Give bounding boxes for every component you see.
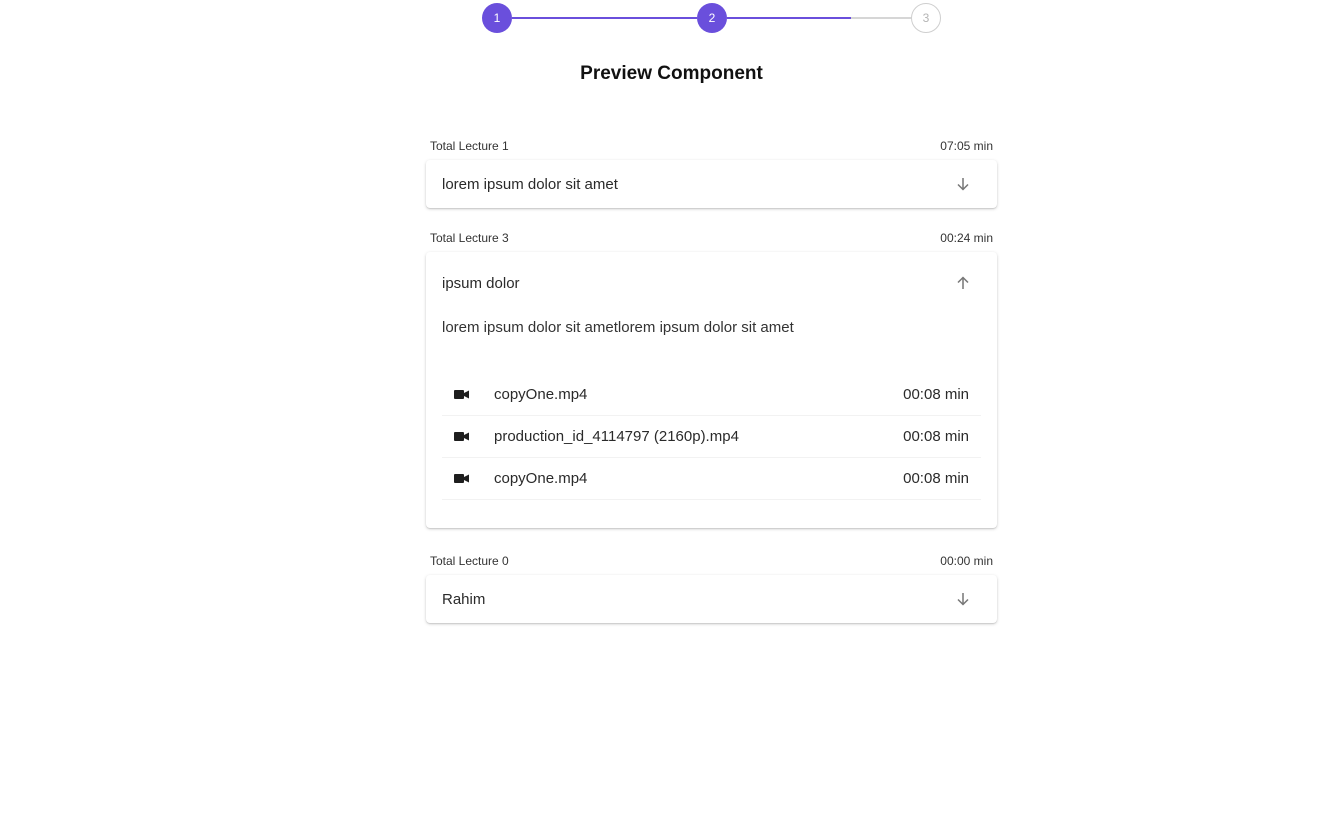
section-title: Rahim [442, 590, 486, 608]
lecture-list: copyOne.mp4 00:08 min production_id_4114… [426, 374, 997, 528]
lecture-name: copyOne.mp4 [494, 470, 588, 487]
section-3: Total Lecture 0 00:00 min Rahim [426, 553, 997, 623]
lecture-duration: 00:08 min [903, 470, 969, 487]
section-meta: Total Lecture 0 00:00 min [426, 553, 997, 569]
stepper-connector-2-complete [727, 17, 851, 19]
stepper-connector-2-remaining [851, 17, 912, 19]
stepper: 1 2 3 [482, 3, 942, 35]
accordion-panel: Rahim [426, 575, 997, 623]
page-title: Preview Component [580, 63, 763, 84]
section-title: lorem ipsum dolor sit amet [442, 175, 618, 193]
section-duration: 00:24 min [940, 231, 993, 245]
total-lecture-label: Total Lecture 0 [430, 554, 509, 568]
section-title: ipsum dolor [442, 274, 520, 292]
step-3[interactable]: 3 [911, 3, 941, 33]
section-1: Total Lecture 1 07:05 min lorem ipsum do… [426, 138, 997, 208]
lecture-duration: 00:08 min [903, 428, 969, 445]
section-duration: 07:05 min [940, 139, 993, 153]
lecture-row[interactable]: copyOne.mp4 00:08 min [442, 458, 981, 500]
video-camera-icon [454, 388, 470, 402]
accordion-header[interactable]: Rahim [426, 575, 997, 623]
section-2: Total Lecture 3 00:24 min ipsum dolor lo… [426, 230, 997, 528]
total-lecture-label: Total Lecture 3 [430, 231, 509, 245]
section-meta: Total Lecture 3 00:24 min [426, 230, 997, 246]
video-camera-icon [454, 430, 470, 444]
lecture-row[interactable]: production_id_4114797 (2160p).mp4 00:08 … [442, 416, 981, 458]
arrow-down-icon[interactable] [953, 174, 973, 194]
arrow-up-icon[interactable] [953, 273, 973, 293]
video-camera-icon [454, 472, 470, 486]
lecture-duration: 00:08 min [903, 386, 969, 403]
lecture-name: copyOne.mp4 [494, 386, 588, 403]
total-lecture-label: Total Lecture 1 [430, 139, 509, 153]
accordion-panel: ipsum dolor lorem ipsum dolor sit ametlo… [426, 252, 997, 528]
accordion-header[interactable]: ipsum dolor [426, 252, 997, 314]
section-meta: Total Lecture 1 07:05 min [426, 138, 997, 154]
section-description: lorem ipsum dolor sit ametlorem ipsum do… [442, 319, 794, 336]
lecture-row[interactable]: copyOne.mp4 00:08 min [442, 374, 981, 416]
accordion-header[interactable]: lorem ipsum dolor sit amet [426, 160, 997, 208]
step-1[interactable]: 1 [482, 3, 512, 33]
arrow-down-icon[interactable] [953, 589, 973, 609]
section-duration: 00:00 min [940, 554, 993, 568]
stepper-connector-1 [512, 17, 697, 19]
accordion-panel: lorem ipsum dolor sit amet [426, 160, 997, 208]
lecture-name: production_id_4114797 (2160p).mp4 [494, 428, 739, 445]
step-2[interactable]: 2 [697, 3, 727, 33]
